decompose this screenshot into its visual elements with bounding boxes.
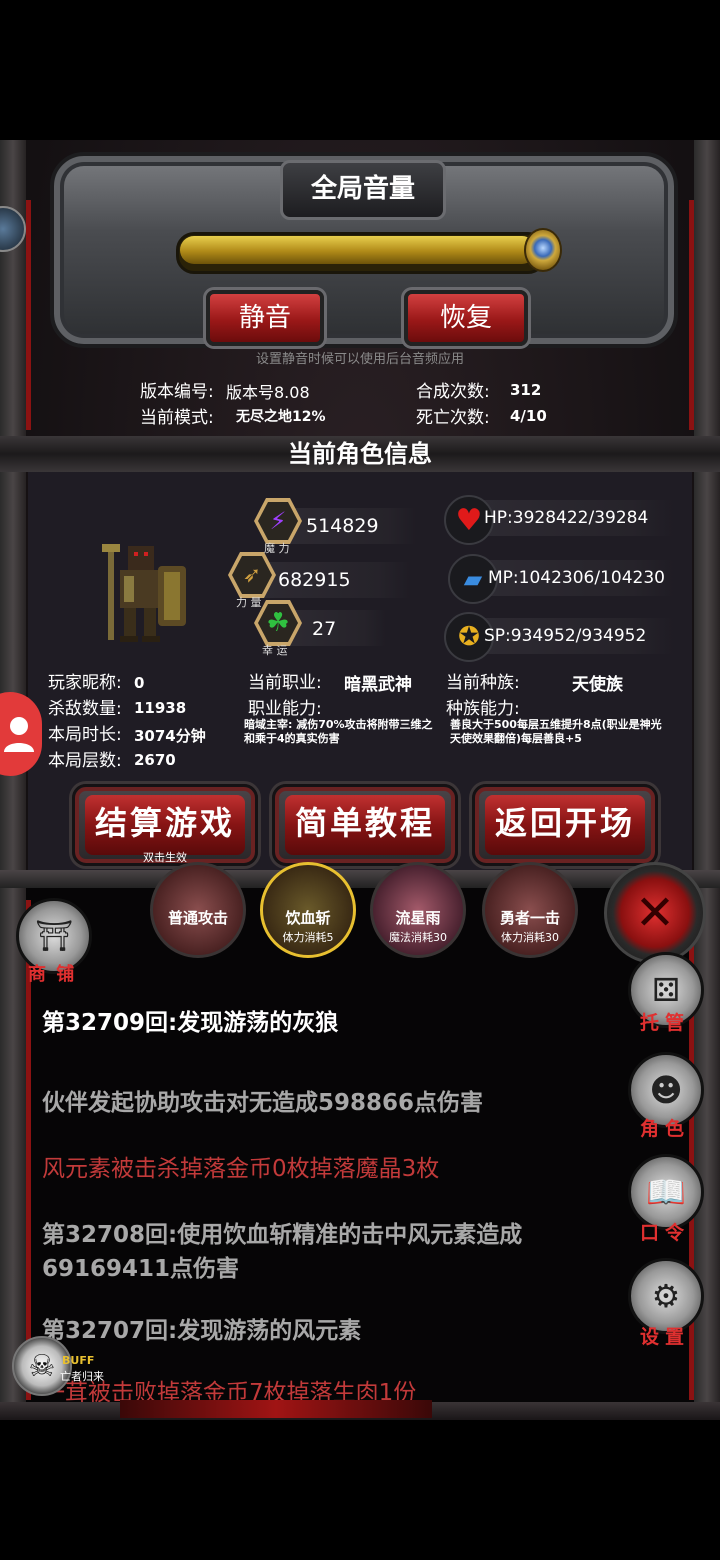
mute-button[interactable]: 静音 [206, 290, 324, 346]
skill-cost: 魔法消耗30 [389, 931, 447, 944]
kills-value: 11938 [134, 699, 187, 717]
skill-name: 普通攻击 [167, 909, 228, 927]
synth-value: 312 [510, 381, 542, 399]
nickname-label: 玩家昵称: [48, 673, 122, 693]
settle-game-button[interactable]: 结算游戏 双击生效 [72, 784, 258, 866]
volume-slider-knob[interactable] [524, 228, 562, 272]
log-entry: 第32709回:发现游荡的灰狼 [42, 1010, 339, 1036]
skill-hero-strike[interactable]: 勇者一击 体力消耗30 [482, 862, 578, 958]
death-label: 死亡次数: [416, 408, 490, 428]
left-frame [0, 140, 26, 1420]
frame-accent [26, 200, 31, 430]
race-ability-label: 种族能力: [446, 699, 520, 719]
skill-cost: 体力消耗5 [282, 931, 334, 944]
skill-normal-attack[interactable]: 普通攻击 [150, 862, 246, 958]
shop-label: 商 铺 [28, 964, 77, 985]
mute-hint: 设置静音时候可以使用后台音频应用 [255, 352, 464, 367]
duration-label: 本局时长: [48, 725, 122, 745]
version-value: 版本号8.08 [226, 383, 310, 402]
log-entry: 伙伴发起协助攻击对无造成598866点伤害 [42, 1090, 484, 1116]
luck-label: 幸 运 [262, 644, 288, 657]
skill-name: 勇者一击 [499, 909, 560, 927]
tutorial-button[interactable]: 简单教程 [272, 784, 458, 866]
power-value: 682915 [278, 569, 351, 591]
settle-game-label: 结算游戏 [85, 795, 245, 855]
race-label: 当前种族: [446, 673, 520, 693]
auto-label: 托管 [640, 1012, 691, 1034]
log-entry: 第32707回:发现游荡的风元素 [42, 1318, 362, 1344]
hp-value: HP:3928422/39284 [484, 508, 649, 528]
magic-value: 514829 [306, 515, 379, 537]
class-value: 暗黑武神 [344, 675, 412, 695]
skill-name: 饮血斩 [285, 909, 331, 927]
duration-value: 3074分钟 [134, 727, 206, 745]
skill-blood-slash[interactable]: 饮血斩 体力消耗5 [260, 862, 356, 958]
buff-name: 亡者归来 [60, 1370, 104, 1383]
mp-value: MP:1042306/104230 [488, 568, 664, 588]
return-start-button[interactable]: 返回开场 [472, 784, 658, 866]
nickname-value: 0 [134, 674, 145, 692]
log-entry: 一茸被击败掉落金币7枚掉落生肉1份 [42, 1380, 417, 1402]
buff-label: BUFF [62, 1354, 95, 1367]
person-icon [4, 717, 34, 752]
race-value: 天使族 [572, 675, 623, 695]
power-label: 力 量 [236, 596, 262, 609]
game-screen: 全局音量 静音 恢复 设置静音时候可以使用后台音频应用 版本编号: 版本号8.0… [0, 140, 720, 1420]
character-sprite [102, 544, 186, 642]
luck-value: 27 [312, 618, 337, 640]
volume-slider-fill [180, 236, 536, 264]
floors-label: 本局层数: [48, 751, 122, 771]
tutorial-label: 简单教程 [285, 795, 445, 855]
settings-label: 设置 [640, 1326, 691, 1348]
class-ability-label: 职业能力: [248, 699, 322, 719]
version-label: 版本编号: [140, 382, 214, 402]
right-frame [694, 140, 720, 1420]
race-ability-desc: 善良大于500每层五维提升8点(职业是神光天使效果翻倍)每层善良+5 [450, 718, 662, 745]
return-start-label: 返回开场 [485, 795, 645, 855]
skill-cost: 体力消耗30 [501, 931, 559, 944]
magic-label: 魔 力 [264, 542, 290, 555]
sp-value: SP:934952/934952 [484, 626, 647, 646]
log-entry: 风元素被击杀掉落金币0枚掉落魔晶3枚 [42, 1156, 440, 1182]
floors-value: 2670 [134, 751, 176, 769]
log-entry: 第32708回:使用饮血斩精准的击中风元素造成69169411点伤害 [42, 1222, 523, 1282]
skill-meteor-rain[interactable]: 流星雨 魔法消耗30 [370, 862, 466, 958]
mode-value: 无尽之地12% [236, 409, 326, 425]
volume-title: 全局音量 [280, 160, 446, 220]
character-section-title: 当前角色信息 [288, 440, 432, 468]
settle-game-hint: 双击生效 [143, 851, 187, 864]
progress-accent [120, 1400, 432, 1418]
mode-label: 当前模式: [140, 408, 214, 428]
restore-button[interactable]: 恢复 [404, 290, 528, 346]
class-label: 当前职业: [248, 673, 322, 693]
kills-label: 杀敌数量: [48, 699, 122, 719]
close-icon[interactable]: ✕ [604, 862, 706, 964]
death-value: 4/10 [510, 407, 547, 425]
synth-label: 合成次数: [416, 382, 490, 402]
skill-name: 流星雨 [395, 909, 441, 927]
role-label: 角色 [640, 1118, 691, 1140]
class-ability-desc: 暗域主宰: 减伤70%攻击将附带三维之和乘于4的真实伤害 [244, 718, 433, 745]
frame-accent [689, 200, 694, 430]
code-label: 口令 [640, 1222, 691, 1244]
